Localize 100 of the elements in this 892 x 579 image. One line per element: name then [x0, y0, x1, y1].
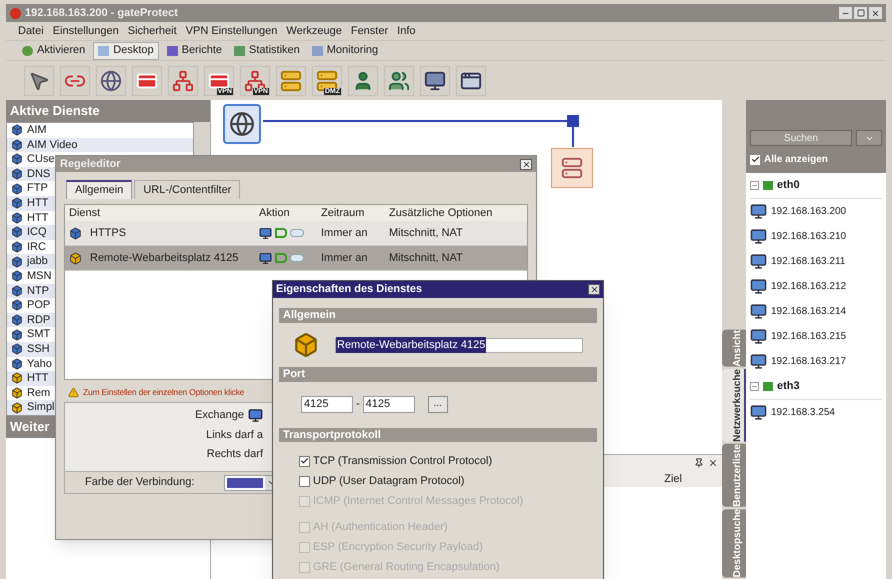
tree-item[interactable]: 192.168.163.200	[771, 204, 846, 219]
checkbox-label: TCP (Transmission Control Protocol)	[313, 454, 492, 469]
dialog-tab[interactable]: URL-/Contentfilter	[134, 180, 240, 199]
port-field[interactable]: 4125	[362, 396, 415, 412]
side-tab[interactable]: Benutzerliste	[722, 444, 746, 507]
color-swatch	[227, 478, 264, 488]
checkbox[interactable]	[750, 154, 760, 164]
nav-tab[interactable]: Desktop	[93, 42, 159, 60]
cube-icon	[11, 314, 23, 326]
close-icon[interactable]	[708, 458, 718, 468]
toolbar-button[interactable]	[96, 66, 126, 96]
internet-node[interactable]	[223, 104, 261, 144]
close-button[interactable]	[588, 284, 600, 295]
close-icon	[590, 285, 598, 294]
column-header: Dienst	[69, 206, 102, 221]
expand-toggle[interactable]	[750, 181, 759, 190]
side-tab[interactable]: Netzwerksuche	[722, 369, 746, 442]
port-field[interactable]: 4125	[301, 396, 353, 412]
rule-row[interactable]: Remote-Webarbeitsplatz 4125 Immer an Mitschnitt, NAT	[65, 246, 527, 271]
nav-tab[interactable]: Aktivieren	[18, 42, 90, 60]
cube-icon	[11, 226, 23, 238]
cube-icon	[11, 358, 23, 370]
cube-icon	[11, 284, 23, 297]
tree-group-label[interactable]: eth3	[777, 378, 800, 395]
computer-icon	[750, 404, 767, 421]
tree-item[interactable]: 192.168.163.212	[771, 279, 846, 294]
table-cell-text: Immer an	[321, 226, 368, 241]
computer-icon	[750, 353, 767, 370]
toolbar-button[interactable]	[168, 66, 198, 96]
tree-item[interactable]: 192.168.163.210	[771, 229, 846, 244]
close-button[interactable]	[520, 158, 532, 170]
menu-item[interactable]: Einstellungen	[52, 22, 119, 40]
checkbox[interactable]	[299, 456, 310, 466]
app-icon	[10, 8, 21, 18]
toolbar-button[interactable]	[132, 66, 162, 96]
side-tab[interactable]: Ansicht	[722, 330, 746, 368]
section-header: Allgemein	[279, 308, 597, 323]
menu-item[interactable]: VPN Einstellungen	[186, 22, 278, 40]
collapse-icon	[751, 383, 758, 390]
nav-tab[interactable]: Statistiken	[230, 42, 304, 60]
toolbar-button[interactable]	[348, 66, 378, 96]
tree-item[interactable]: 192.168.163.215	[771, 329, 846, 344]
users-icon	[388, 70, 410, 92]
checkbox[interactable]	[299, 476, 310, 486]
name-field[interactable]: Remote-Webarbeitsplatz 4125	[335, 338, 583, 352]
switch-node[interactable]	[567, 115, 579, 127]
dialog-tab[interactable]: Allgemein	[66, 180, 132, 199]
close-button[interactable]	[869, 7, 882, 19]
cube-icon	[11, 182, 23, 195]
cube-icon	[11, 386, 23, 399]
maximize-button[interactable]	[854, 7, 867, 19]
expand-toggle[interactable]	[750, 382, 759, 391]
table-cell-text: Mitschnitt, NAT	[389, 226, 464, 241]
rule-row[interactable]: HTTPS Immer an Mitschnitt, NAT	[65, 221, 527, 246]
tree-group-label[interactable]: eth0	[777, 177, 800, 194]
nav-tab[interactable]: Monitoring	[308, 42, 382, 60]
network-icon	[172, 70, 194, 92]
toolbar-button[interactable]	[60, 66, 90, 96]
table-cell-text: Remote-Webarbeitsplatz 4125	[90, 250, 238, 266]
server-node[interactable]	[551, 148, 593, 188]
tree-item[interactable]: 192.168.3.254	[771, 405, 835, 420]
service-item[interactable]: AIM Video	[7, 138, 193, 152]
side-tab[interactable]: Desktopsuche	[722, 508, 746, 577]
maximize-icon	[856, 9, 864, 17]
toolbar-button[interactable]	[384, 66, 414, 96]
menu-item[interactable]: Datei	[18, 22, 44, 40]
menu-item[interactable]: Fenster	[350, 22, 388, 40]
table-cell-text: Immer an	[321, 250, 368, 266]
panel-header: Aktive Dienste	[6, 100, 210, 122]
cube-icon	[11, 343, 23, 356]
cube-icon	[11, 299, 23, 312]
menu-item[interactable]: Info	[397, 22, 416, 40]
toolbar-button[interactable]	[24, 66, 54, 96]
computer-icon	[750, 278, 767, 295]
toolbar-button[interactable]	[456, 66, 486, 96]
globe-icon	[229, 111, 255, 137]
server-icon	[280, 70, 302, 92]
browse-button[interactable]: ...	[428, 396, 448, 412]
minimize-button[interactable]	[839, 7, 852, 19]
tree-item[interactable]: 192.168.163.211	[771, 254, 846, 269]
checkbox-label: UDP (User Datagram Protocol)	[313, 474, 464, 489]
pin-icon[interactable]	[694, 458, 704, 468]
tree-item[interactable]: 192.168.163.214	[771, 304, 846, 319]
tree-item[interactable]: 192.168.163.217	[771, 354, 846, 369]
computer-icon	[750, 203, 767, 220]
network-card-icon	[763, 181, 773, 190]
tab-icon	[98, 46, 110, 56]
cube-icon	[11, 168, 23, 180]
menu-item[interactable]: Werkzeuge	[286, 22, 342, 40]
toolbar-button[interactable]	[420, 66, 450, 96]
tab-icon	[312, 46, 323, 56]
section-header: Transportprotokoll	[279, 428, 597, 442]
cube-icon	[11, 256, 23, 268]
computer-icon	[750, 253, 767, 270]
cube-icon	[69, 226, 82, 240]
tab-icon	[22, 46, 33, 56]
menu-item[interactable]: Sicherheit	[128, 22, 177, 40]
globe-icon	[100, 70, 122, 92]
server-icon	[561, 157, 583, 179]
nav-tab[interactable]: Berichte	[162, 42, 226, 60]
